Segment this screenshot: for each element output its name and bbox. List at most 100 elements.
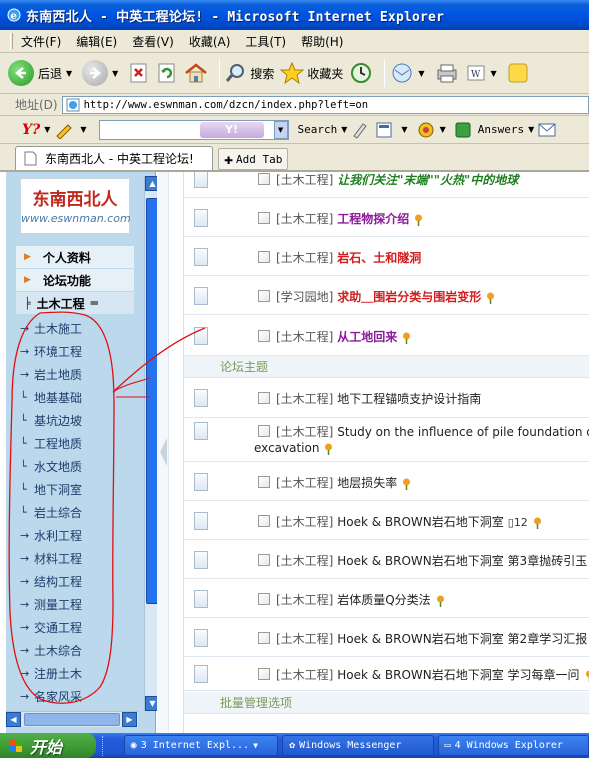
thread-forum-tag[interactable]: [土木工程] [276, 668, 333, 682]
thread-title-link[interactable]: 地下工程锚喷支护设计指南 [337, 392, 481, 406]
thread-checkbox[interactable] [258, 173, 270, 185]
back-dropdown-icon[interactable]: ▼ [66, 69, 72, 78]
thread-title-link[interactable]: 岩石、土和隧洞 [337, 251, 421, 265]
layout-icon[interactable] [375, 121, 397, 139]
category-item[interactable]: → 土木综合 [20, 639, 140, 662]
refresh-button[interactable] [156, 62, 178, 84]
thread-title-link[interactable]: Study on the influence of pile foundatio… [337, 425, 589, 439]
h-scroll-thumb[interactable] [24, 713, 120, 726]
menu-profile[interactable]: ▶ 个人资料 [16, 246, 134, 269]
yahoo-search-dropdown-icon[interactable]: ▼ [273, 120, 288, 139]
menu-view[interactable]: 查看(V) [132, 33, 174, 50]
highlight-icon[interactable] [351, 121, 369, 139]
thread-title-link[interactable]: Hoek & BROWN岩石地下洞室 [337, 515, 504, 529]
thread-forum-tag[interactable]: [土木工程] [276, 593, 333, 607]
menu-help[interactable]: 帮助(H) [301, 33, 343, 50]
category-item[interactable]: └ 地基基础 [20, 386, 140, 409]
task-explorer[interactable]: ▭ 4 Windows Explorer [437, 735, 589, 756]
scroll-left-arrow-icon[interactable]: ◀ [6, 712, 21, 727]
frame-splitter[interactable] [157, 172, 169, 733]
thread-checkbox[interactable] [258, 593, 270, 605]
mail-button[interactable]: ▼ [390, 63, 428, 83]
thread-forum-tag[interactable]: [土木工程] [276, 251, 333, 265]
category-item[interactable]: → 名家风采 [20, 685, 140, 708]
menu-civil-engineering[interactable]: ╞ 土木工程 ═ [16, 292, 134, 315]
thread-checkbox[interactable] [258, 290, 270, 302]
search-dropdown-icon[interactable]: ▼ [341, 125, 347, 134]
thread-checkbox[interactable] [258, 330, 270, 342]
layout-dropdown-icon[interactable]: ▼ [401, 125, 407, 134]
thread-forum-tag[interactable]: [土木工程] [276, 425, 333, 439]
browser-tab[interactable]: 东南西北人 - 中英工程论坛! [15, 146, 213, 170]
category-item[interactable]: └ 水文地质 [20, 455, 140, 478]
thread-checkbox[interactable] [258, 425, 270, 437]
back-button[interactable]: 后退 ▼ [8, 60, 76, 86]
title-bar[interactable]: e 东南西北人 - 中英工程论坛! - Microsoft Internet E… [0, 0, 589, 30]
mail-dropdown-icon[interactable]: ▼ [418, 69, 424, 78]
search-button[interactable]: 搜索 [225, 62, 274, 84]
thread-title-link[interactable]: 从工地回来 [337, 330, 397, 344]
thread-forum-tag[interactable]: [土木工程] [276, 173, 333, 187]
yahoo-logo[interactable]: Y? [22, 122, 40, 138]
menu-tools[interactable]: 工具(T) [245, 33, 286, 50]
thread-checkbox[interactable] [258, 515, 270, 527]
thread-checkbox[interactable] [258, 212, 270, 224]
pencil-dropdown-icon[interactable]: ▼ [80, 125, 86, 134]
answers-dropdown-icon[interactable]: ▼ [528, 125, 534, 134]
history-button[interactable] [349, 61, 373, 85]
thread-title-link[interactable]: 岩体质量Q分类法 [337, 593, 430, 607]
yahoo-logo-dropdown-icon[interactable]: ▼ [44, 125, 50, 134]
category-item[interactable]: └ 工程地质 [20, 432, 140, 455]
category-item[interactable]: → 材料工程 [20, 547, 140, 570]
left-horizontal-scrollbar[interactable]: ◀ ▶ [6, 711, 138, 727]
menu-favorites[interactable]: 收藏(A) [189, 33, 231, 50]
thread-title-link[interactable]: Hoek & BROWN岩石地下洞室 第3章抛砖引玉 [337, 554, 587, 568]
thread-checkbox[interactable] [258, 554, 270, 566]
thread-forum-tag[interactable]: [土木工程] [276, 476, 333, 490]
thread-forum-tag[interactable]: [土木工程] [276, 330, 333, 344]
task-messenger[interactable]: ✿ Windows Messenger [282, 735, 434, 756]
forward-button[interactable]: ▼ [82, 60, 122, 86]
category-item[interactable]: └ 岩土综合 [20, 501, 140, 524]
print-button[interactable] [435, 62, 459, 84]
scroll-right-arrow-icon[interactable]: ▶ [122, 712, 137, 727]
thread-forum-tag[interactable]: [土木工程] [276, 392, 333, 406]
thread-forum-tag[interactable]: [土木工程] [276, 554, 333, 568]
category-item[interactable]: → 土木施工 [20, 317, 140, 340]
category-item[interactable]: → 交通工程 [20, 616, 140, 639]
start-button[interactable]: 开始 [0, 733, 96, 758]
edit-button[interactable]: W ▼ [465, 62, 501, 84]
globe-dropdown-icon[interactable]: ▼ [440, 125, 446, 134]
forward-dropdown-icon[interactable]: ▼ [112, 69, 118, 78]
page-links[interactable]: ▯12 [508, 516, 528, 529]
messenger-button[interactable] [507, 62, 529, 84]
globe-icon[interactable] [416, 121, 436, 139]
edit-dropdown-icon[interactable]: ▼ [491, 69, 497, 78]
category-item[interactable]: → 注册土木 [20, 662, 140, 685]
category-item[interactable]: → 测量工程 [20, 593, 140, 616]
yahoo-search-input[interactable]: Y! [98, 119, 289, 140]
thread-title-link[interactable]: 求助＿围岩分类与围岩变形 [337, 290, 481, 304]
thread-forum-tag[interactable]: [土木工程] [276, 515, 333, 529]
menu-edit[interactable]: 编辑(E) [76, 33, 117, 50]
stop-button[interactable] [128, 62, 150, 84]
page-numbers[interactable]: 12 [514, 516, 528, 529]
mail-small-icon[interactable] [538, 123, 556, 137]
menu-file[interactable]: 文件(F) [21, 33, 61, 50]
thread-forum-tag[interactable]: [土木工程] [276, 212, 333, 226]
thread-checkbox[interactable] [258, 668, 270, 680]
thread-title-continued[interactable]: excavation [254, 441, 319, 455]
thread-title-link[interactable]: Hoek & BROWN岩石地下洞室 第2章学习汇报 [337, 632, 587, 646]
yahoo-search-button[interactable]: Search [298, 123, 338, 136]
thread-forum-tag[interactable]: [土木工程] [276, 632, 333, 646]
thread-checkbox[interactable] [258, 251, 270, 263]
category-item[interactable]: └ 地下洞室 [20, 478, 140, 501]
pencil-icon[interactable] [54, 121, 76, 139]
thread-title-link[interactable]: 让我们关注"末端""火热"中的地球 [337, 173, 518, 187]
home-button[interactable] [184, 62, 208, 84]
address-input[interactable]: http://www.eswnman.com/dzcn/index.php?le… [61, 95, 589, 114]
thread-checkbox[interactable] [258, 632, 270, 644]
category-item[interactable]: → 岩土地质 [20, 363, 140, 386]
thread-checkbox[interactable] [258, 476, 270, 488]
favorites-button[interactable]: 收藏夹 [280, 62, 343, 84]
